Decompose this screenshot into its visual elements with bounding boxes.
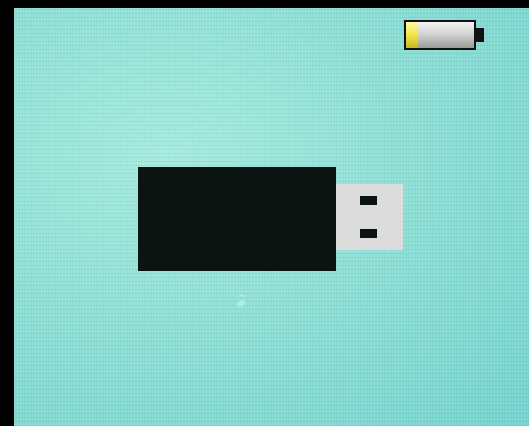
- usb-connector-slot: [360, 229, 377, 238]
- device-screen: [14, 8, 529, 426]
- usb-connector: [336, 184, 403, 250]
- battery-icon: [404, 20, 484, 50]
- screen-smudge: [236, 294, 246, 307]
- usb-drive-body: [138, 167, 336, 271]
- device-frame: [0, 0, 529, 426]
- usb-connector-slot: [360, 196, 377, 205]
- usb-drive-icon: [138, 167, 403, 271]
- battery-level-fill: [406, 22, 419, 48]
